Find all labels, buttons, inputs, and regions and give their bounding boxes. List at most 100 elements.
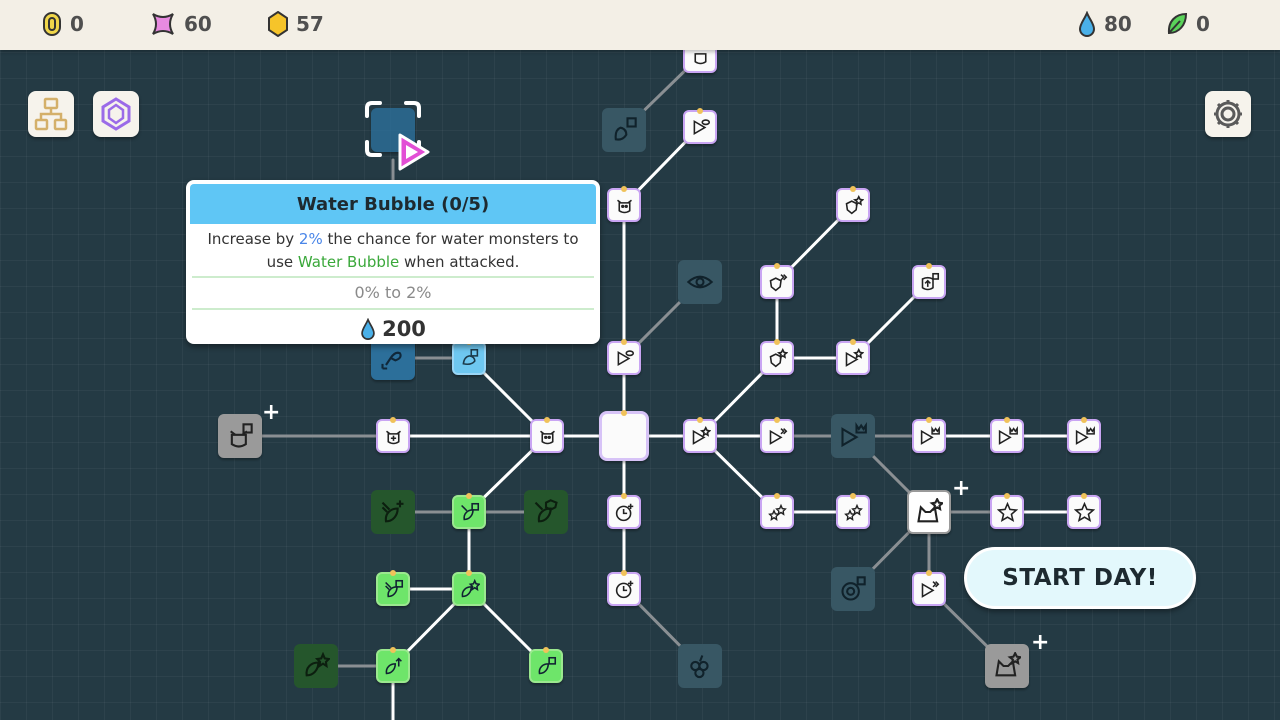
coin-value: 0	[70, 12, 84, 36]
skill-node-eye-locked[interactable]	[678, 260, 722, 304]
play-fast-icon	[769, 427, 787, 445]
skill-node-star-badge-2[interactable]	[1067, 493, 1101, 529]
node-marker	[850, 339, 856, 345]
timer-plus-icon	[615, 580, 633, 598]
node-marker	[621, 186, 627, 192]
skill-node-shield-fast[interactable]	[760, 263, 794, 299]
node-marker	[926, 417, 932, 423]
gear-icon	[1214, 100, 1242, 128]
node-marker	[774, 417, 780, 423]
node-marker	[390, 647, 396, 653]
water-drop-icon	[1078, 11, 1096, 37]
monster-plus-icon	[385, 430, 401, 444]
node-marker	[1081, 493, 1087, 499]
skill-node-cat-locked[interactable]	[985, 644, 1029, 688]
purple-crystal-icon	[101, 97, 131, 131]
leaf-plus-icon	[381, 500, 404, 523]
cost-value: 200	[382, 317, 426, 341]
node-marker	[1081, 417, 1087, 423]
node-marker	[774, 339, 780, 345]
skill-node-hand-locked[interactable]	[602, 108, 646, 152]
skill-node-berries-locked[interactable]	[678, 644, 722, 688]
skill-node-play-crown-2[interactable]	[990, 417, 1024, 453]
desc-text: Increase by	[207, 230, 299, 248]
skill-node-leaf-dice[interactable]	[452, 493, 486, 529]
water-value: 80	[1104, 12, 1132, 36]
node-marker	[621, 339, 627, 345]
skill-node-leaf-star-locked[interactable]	[294, 644, 338, 688]
leaf-star-icon	[305, 652, 330, 677]
desc-percentage: 2%	[298, 230, 323, 248]
tooltip-cost: 200	[186, 310, 600, 344]
leaf-dice-icon	[538, 656, 556, 674]
skill-node-play-fast[interactable]	[760, 417, 794, 453]
skill-node-leaf-shield-locked[interactable]	[524, 490, 568, 534]
node-marker	[390, 570, 396, 576]
node-marker	[466, 570, 472, 576]
skill-node-play-star[interactable]	[683, 417, 717, 453]
skill-node-play-fast-2[interactable]	[912, 570, 946, 606]
node-marker	[1004, 493, 1010, 499]
skill-node-play-crown-3[interactable]	[1067, 417, 1101, 453]
skill-node-play-eye-top[interactable]	[683, 108, 717, 144]
leaf-shield-icon	[534, 499, 558, 523]
monster-face-icon	[539, 430, 555, 444]
stars-icon	[767, 503, 787, 521]
skill-node-play-star-2[interactable]	[836, 339, 870, 375]
play-star-icon	[845, 347, 864, 367]
skill-node-stars-2[interactable]	[836, 493, 870, 529]
skill-node-leaf-dice-2[interactable]	[529, 647, 563, 683]
star-badge-icon	[996, 501, 1018, 522]
timer-plus-icon	[615, 503, 633, 521]
stars-icon	[843, 503, 863, 521]
skill-node-play-crown[interactable]	[912, 417, 946, 453]
skill-node-locked-monster[interactable]	[218, 414, 262, 458]
skill-node-leaf-star[interactable]	[452, 570, 486, 606]
plus-icon: +	[952, 476, 971, 501]
crystal-menu-button[interactable]	[93, 91, 139, 137]
berries-icon	[690, 655, 709, 679]
hand-dice-icon	[614, 117, 637, 141]
skill-node-shield-star[interactable]	[760, 339, 794, 375]
node-marker	[850, 186, 856, 192]
node-marker	[926, 263, 932, 269]
node-marker	[466, 493, 472, 499]
shield-up-icon	[921, 272, 939, 290]
water-drop-icon	[361, 318, 375, 340]
plus-icon: +	[1031, 630, 1050, 655]
skill-node-target-locked[interactable]	[831, 567, 875, 611]
skill-node-shield-star-top[interactable]	[836, 186, 870, 222]
skill-node-timer-plus[interactable]	[607, 493, 641, 529]
settings-button[interactable]	[1205, 91, 1251, 137]
play-crown-icon	[1075, 425, 1095, 445]
skill-node-leaf-attack[interactable]	[376, 570, 410, 606]
skill-node-shield-up[interactable]	[912, 263, 946, 299]
node-marker	[774, 493, 780, 499]
target-dice-icon	[841, 576, 866, 601]
skill-node-monster-top[interactable]	[607, 186, 641, 222]
skill-node-water-hand[interactable]	[452, 339, 486, 375]
monster-dice-icon	[230, 423, 253, 448]
skill-node-stars[interactable]	[760, 493, 794, 529]
node-marker	[697, 417, 703, 423]
skill-node-play-crown-locked[interactable]	[831, 414, 875, 458]
skill-node-monster-plus[interactable]	[376, 417, 410, 453]
skill-node-timer-plus-2[interactable]	[607, 570, 641, 606]
water-hand-icon	[462, 348, 478, 365]
core-node[interactable]	[599, 410, 649, 461]
skill-tooltip: Water Bubble (0/5) Increase by 2% the ch…	[186, 180, 600, 344]
leaf-up-icon	[385, 657, 402, 674]
skill-node-star-badge[interactable]	[990, 493, 1024, 529]
skill-node-leaf-locked[interactable]	[371, 490, 415, 534]
skill-tree-button[interactable]	[28, 91, 74, 137]
play-star-icon	[692, 425, 711, 445]
skill-node-play-eye[interactable]	[607, 339, 641, 375]
skill-node-cat-star[interactable]	[907, 490, 951, 534]
node-marker	[926, 570, 932, 576]
pink-star-icon	[152, 13, 174, 35]
skill-node-leaf-up[interactable]	[376, 647, 410, 683]
skill-node-monster[interactable]	[530, 417, 564, 453]
crystal-counter: 57	[268, 11, 324, 37]
start-day-button[interactable]: START DAY!	[964, 547, 1196, 609]
leaf-attack-icon	[384, 579, 403, 597]
